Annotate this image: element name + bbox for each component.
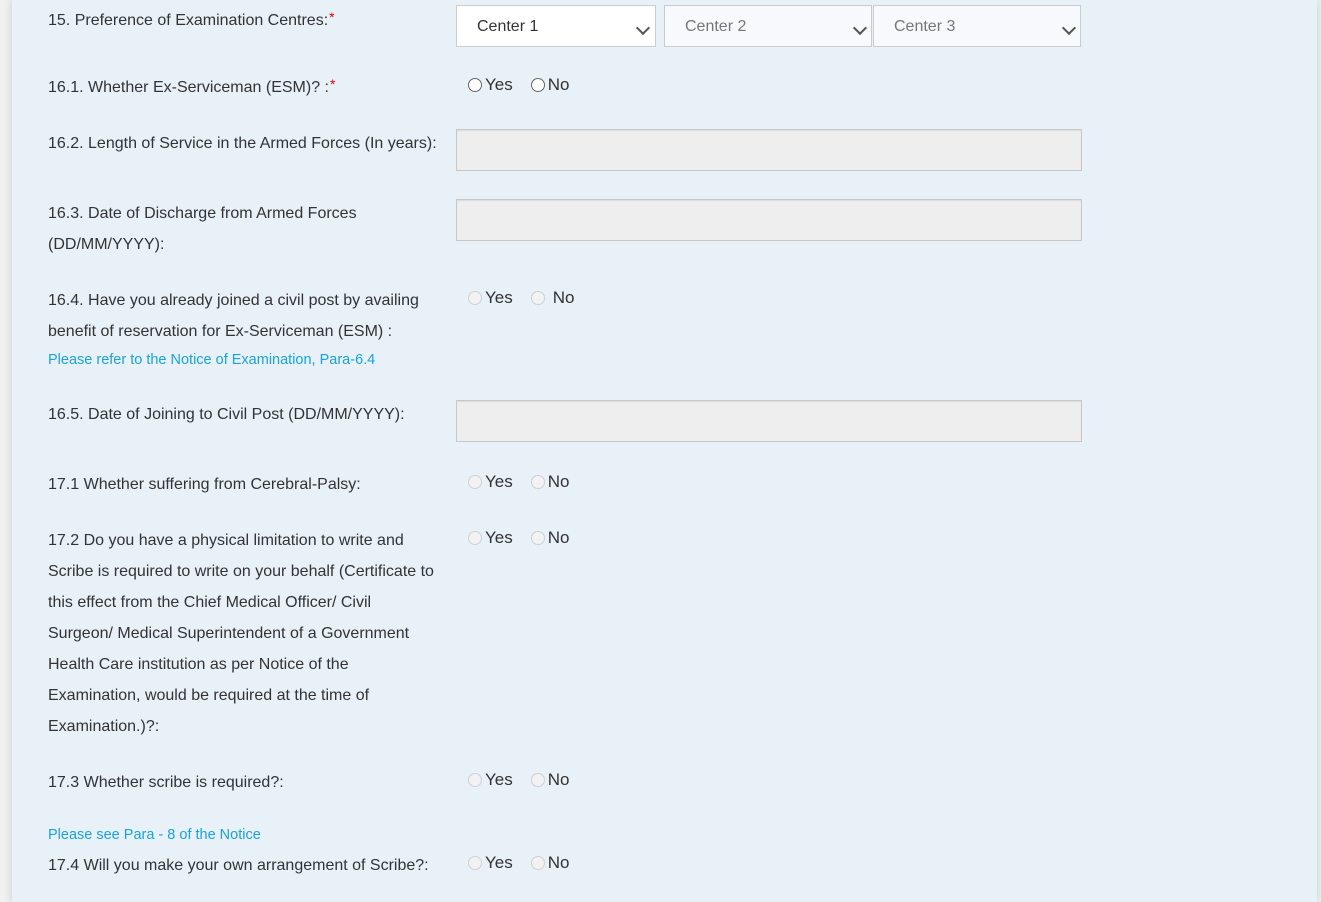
yes-label: Yes: [485, 288, 513, 307]
own-scribe-yes-option[interactable]: Yes: [468, 853, 513, 873]
notice-para-8-link[interactable]: Please see Para - 8 of the Notice: [48, 825, 261, 845]
required-asterisk: *: [329, 76, 336, 92]
no-label: No: [552, 288, 575, 307]
own-scribe-radio-group: Yes No: [468, 853, 569, 873]
scribe-required-radio-group: Yes No: [468, 770, 569, 790]
own-scribe-no-radio[interactable]: [530, 856, 545, 870]
physical-limitation-no-option[interactable]: No: [530, 528, 570, 548]
civil-post-label: 16.4. Have you already joined a civil po…: [48, 285, 419, 347]
scribe-required-no-radio[interactable]: [530, 773, 545, 787]
centre-3-select[interactable]: Center 3: [873, 5, 1081, 47]
own-scribe-yes-radio[interactable]: [468, 856, 482, 870]
no-label: No: [547, 75, 570, 94]
physical-limitation-label: 17.2 Do you have a physical limitation t…: [48, 525, 434, 742]
yes-label: Yes: [485, 75, 513, 94]
physical-limitation-line: this effect from the Chief Medical Offic…: [48, 594, 372, 611]
physical-limitation-line: 17.2 Do you have a physical limitation t…: [48, 532, 404, 549]
cerebral-palsy-label: 17.1 Whether suffering from Cerebral-Pal…: [48, 476, 361, 493]
required-asterisk: *: [329, 9, 335, 25]
no-label: No: [547, 472, 570, 491]
cerebral-palsy-yes-option[interactable]: Yes: [468, 472, 513, 492]
physical-limitation-line: Examination, would be required at the ti…: [48, 687, 370, 704]
discharge-date-input[interactable]: [456, 199, 1082, 241]
scribe-required-label: 17.3 Whether scribe is required?:: [48, 774, 284, 791]
physical-limitation-radio-group: Yes No: [468, 528, 569, 548]
esm-yes-option[interactable]: Yes: [468, 75, 513, 95]
centre-2-select[interactable]: Center 2: [664, 5, 872, 47]
scribe-required-yes-option[interactable]: Yes: [468, 770, 513, 790]
cerebral-palsy-no-option[interactable]: No: [530, 472, 570, 492]
scribe-required-no-option[interactable]: No: [530, 770, 570, 790]
no-label: No: [547, 853, 570, 872]
own-scribe-label: 17.4 Will you make your own arrangement …: [48, 857, 429, 874]
centre-1-select[interactable]: Center 1: [456, 5, 656, 47]
discharge-date-label: 16.3. Date of Discharge from Armed Force…: [48, 198, 357, 260]
civil-post-label-line1: 16.4. Have you already joined a civil po…: [48, 292, 419, 309]
esm-yes-radio[interactable]: [468, 78, 482, 92]
centre-1-select-wrap: Center 1: [456, 5, 656, 47]
esm-no-option[interactable]: No: [530, 75, 570, 95]
yes-label: Yes: [485, 472, 513, 491]
civil-joining-date-label: 16.5. Date of Joining to Civil Post (DD/…: [48, 406, 405, 423]
civil-post-radio-group: Yes No: [468, 288, 574, 308]
esm-no-radio[interactable]: [530, 78, 545, 92]
exam-centres-label: 15. Preference of Examination Centres:*: [48, 5, 335, 36]
discharge-date-label-line1: 16.3. Date of Discharge from Armed Force…: [48, 205, 357, 222]
civil-post-no-radio[interactable]: [530, 291, 545, 305]
physical-limitation-yes-option[interactable]: Yes: [468, 528, 513, 548]
physical-limitation-yes-radio[interactable]: [468, 531, 482, 545]
cerebral-palsy-yes-radio[interactable]: [468, 475, 482, 489]
physical-limitation-no-radio[interactable]: [530, 531, 545, 545]
cerebral-palsy-radio-group: Yes No: [468, 472, 569, 492]
discharge-date-label-line2: (DD/MM/YYYY):: [48, 236, 165, 253]
esm-label: 16.1. Whether Ex-Serviceman (ESM)? :*: [48, 72, 335, 103]
yes-label: Yes: [485, 770, 513, 789]
physical-limitation-line: Examination.)?:: [48, 718, 160, 735]
civil-joining-date-input[interactable]: [456, 400, 1082, 442]
no-label: No: [547, 528, 570, 547]
yes-label: Yes: [485, 853, 513, 872]
scribe-required-yes-radio[interactable]: [468, 773, 482, 787]
civil-post-yes-option[interactable]: Yes: [468, 288, 513, 308]
notice-para-6-4-link[interactable]: Please refer to the Notice of Examinatio…: [48, 350, 375, 370]
esm-radio-group: Yes No: [468, 75, 569, 95]
exam-centres-label-text: 15. Preference of Examination Centres:: [48, 12, 329, 29]
centre-2-select-wrap: Center 2: [664, 5, 872, 47]
cerebral-palsy-no-radio[interactable]: [530, 475, 545, 489]
service-length-label: 16.2. Length of Service in the Armed For…: [48, 135, 437, 152]
service-length-input[interactable]: [456, 129, 1082, 171]
centre-3-select-wrap: Center 3: [873, 5, 1081, 47]
own-scribe-no-option[interactable]: No: [530, 853, 570, 873]
physical-limitation-line: Health Care institution as per Notice of…: [48, 656, 349, 673]
civil-post-no-option[interactable]: No: [530, 288, 575, 308]
civil-post-yes-radio[interactable]: [468, 291, 482, 305]
physical-limitation-line: Surgeon/ Medical Superintendent of a Gov…: [48, 625, 410, 642]
civil-post-label-line2: benefit of reservation for Ex-Serviceman…: [48, 323, 393, 340]
no-label: No: [547, 770, 570, 789]
yes-label: Yes: [485, 528, 513, 547]
esm-label-text: 16.1. Whether Ex-Serviceman (ESM)? :: [48, 79, 329, 96]
physical-limitation-line: Scribe is required to write on your beha…: [48, 563, 434, 580]
